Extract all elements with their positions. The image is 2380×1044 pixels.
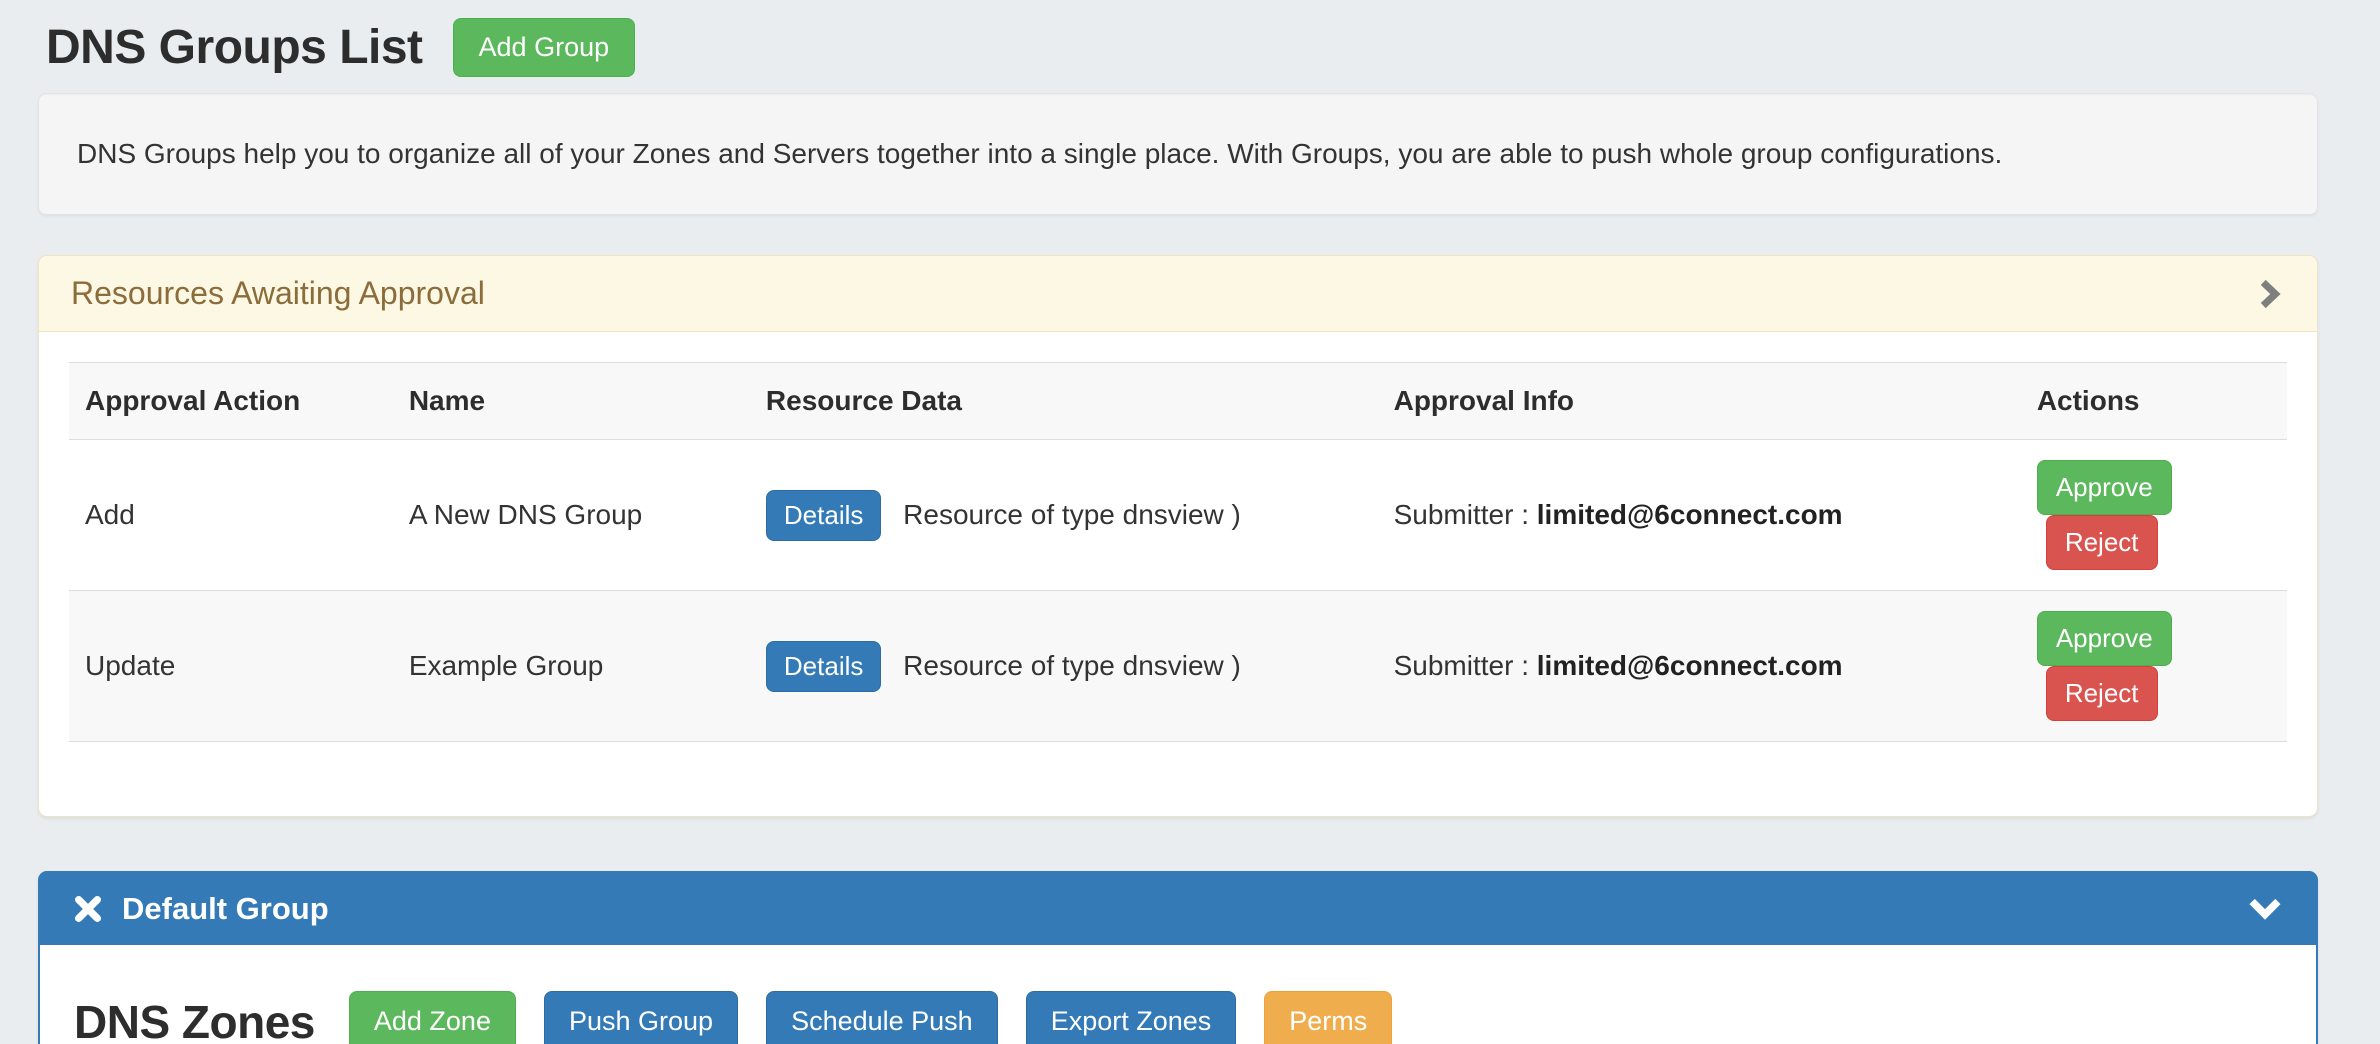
approval-panel-title: Resources Awaiting Approval	[71, 275, 485, 312]
resource-text: Resource of type dnsview )	[903, 650, 1241, 681]
submitter-label: Submitter :	[1394, 650, 1529, 681]
approval-table-header-row: Approval Action Name Resource Data Appro…	[69, 363, 2287, 440]
resource-text: Resource of type dnsview )	[903, 499, 1241, 530]
approval-table: Approval Action Name Resource Data Appro…	[69, 362, 2287, 742]
submitter-label: Submitter :	[1394, 499, 1529, 530]
default-group-body: DNS Zones Add Zone Push Group Schedule P…	[40, 945, 2316, 1044]
resource-data-cell: Details Resource of type dnsview )	[750, 440, 1378, 591]
perms-button[interactable]: Perms	[1264, 991, 1392, 1044]
approval-panel: Resources Awaiting Approval Approval Act…	[38, 255, 2318, 817]
dns-zones-row: DNS Zones Add Zone Push Group Schedule P…	[74, 991, 2282, 1044]
chevron-down-icon[interactable]	[2246, 895, 2284, 923]
push-group-button[interactable]: Push Group	[544, 991, 738, 1044]
column-header-approval-info: Approval Info	[1378, 363, 2021, 440]
default-group-heading[interactable]: Default Group	[40, 873, 2316, 945]
add-group-button[interactable]: Add Group	[453, 18, 636, 77]
column-header-name: Name	[393, 363, 750, 440]
approval-row: Add A New DNS Group Details Resource of …	[69, 440, 2287, 591]
page-title: DNS Groups List	[46, 20, 423, 75]
column-header-resource-data: Resource Data	[750, 363, 1378, 440]
column-header-approval-action: Approval Action	[69, 363, 393, 440]
submitter-email: limited@6connect.com	[1537, 499, 1843, 530]
approval-info-cell: Submitter : limited@6connect.com	[1378, 591, 2021, 742]
approval-action-cell: Update	[69, 591, 393, 742]
chevron-right-icon[interactable]	[2253, 276, 2285, 312]
description-well: DNS Groups help you to organize all of y…	[38, 93, 2318, 215]
actions-cell: Approve Reject	[2021, 591, 2287, 742]
default-group-title: Default Group	[122, 891, 329, 927]
details-button[interactable]: Details	[766, 641, 881, 692]
close-icon[interactable]	[72, 893, 104, 925]
resource-data-cell: Details Resource of type dnsview )	[750, 591, 1378, 742]
reject-button[interactable]: Reject	[2046, 666, 2158, 721]
approval-row: Update Example Group Details Resource of…	[69, 591, 2287, 742]
dns-zones-title: DNS Zones	[74, 995, 315, 1044]
schedule-push-button[interactable]: Schedule Push	[766, 991, 998, 1044]
add-zone-button[interactable]: Add Zone	[349, 991, 516, 1044]
main-container: DNS Groups List Add Group DNS Groups hel…	[38, 0, 2318, 1044]
approval-action-cell: Add	[69, 440, 393, 591]
actions-cell: Approve Reject	[2021, 440, 2287, 591]
column-header-actions: Actions	[2021, 363, 2287, 440]
reject-button[interactable]: Reject	[2046, 515, 2158, 570]
description-text: DNS Groups help you to organize all of y…	[77, 138, 2002, 169]
page-header: DNS Groups List Add Group	[38, 18, 2318, 77]
details-button[interactable]: Details	[766, 490, 881, 541]
approval-info-cell: Submitter : limited@6connect.com	[1378, 440, 2021, 591]
approval-panel-heading[interactable]: Resources Awaiting Approval	[39, 256, 2317, 332]
approve-button[interactable]: Approve	[2037, 460, 2172, 515]
approve-button[interactable]: Approve	[2037, 611, 2172, 666]
approval-panel-body: Approval Action Name Resource Data Appro…	[39, 332, 2317, 816]
default-group-panel: Default Group DNS Zones Add Zone Push Gr…	[38, 871, 2318, 1044]
name-cell: A New DNS Group	[393, 440, 750, 591]
name-cell: Example Group	[393, 591, 750, 742]
export-zones-button[interactable]: Export Zones	[1026, 991, 1237, 1044]
submitter-email: limited@6connect.com	[1537, 650, 1843, 681]
